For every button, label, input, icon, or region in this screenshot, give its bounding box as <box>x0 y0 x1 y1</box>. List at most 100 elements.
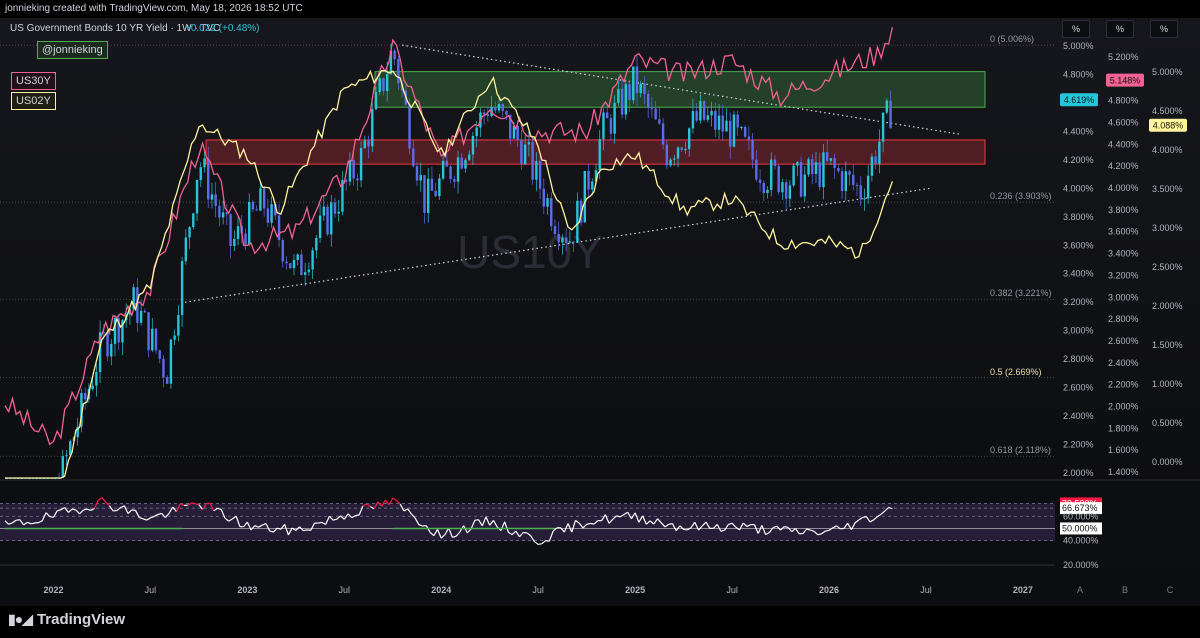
scale-button-mid-label: % <box>1115 24 1124 34</box>
axis-mid-tick: 4.400% <box>1108 139 1139 149</box>
axis-right-tick: 1.000% <box>1152 379 1183 389</box>
us10y-candle <box>758 169 762 192</box>
us10y-candle <box>788 180 792 208</box>
time-axis-label: 2026 <box>819 585 839 595</box>
us10y-candle <box>162 354 165 388</box>
us10y-candle <box>259 181 262 211</box>
us10y-candle <box>803 166 806 202</box>
axis-left-tick: 2.600% <box>1063 383 1094 393</box>
candle-body <box>673 158 676 160</box>
candle-body <box>471 135 475 155</box>
legend-us02y[interactable]: US02Y <box>11 92 56 110</box>
scale-button-left[interactable]: % <box>1062 20 1090 38</box>
candle-body <box>307 269 311 273</box>
rsi-segment <box>862 516 867 519</box>
candle-body <box>874 156 877 164</box>
candle-body <box>747 136 751 140</box>
candle-body <box>613 102 616 134</box>
candle-body <box>318 215 322 238</box>
rsi-band <box>0 503 1055 541</box>
us10y-candle <box>95 362 98 397</box>
candle-body <box>658 119 661 124</box>
us10y-candle <box>740 125 743 131</box>
candle-body <box>464 159 467 169</box>
candle-body <box>844 171 848 192</box>
rsi-axis-tag: 50.000% <box>1060 522 1102 535</box>
us10y-candle <box>658 106 661 125</box>
axis-left-tick: 2.800% <box>1063 354 1094 364</box>
axis-mid-tick: 1.800% <box>1108 423 1139 433</box>
candle-body <box>792 165 795 186</box>
us10y-candle <box>430 167 434 191</box>
us10y-candle <box>878 129 881 174</box>
candle-body <box>221 212 225 218</box>
candle-body <box>315 237 318 251</box>
us10y-candle <box>587 163 590 198</box>
rsi-segment <box>541 540 547 545</box>
us10y-candle <box>732 111 736 148</box>
candle-body <box>852 174 855 185</box>
candle-body <box>620 88 624 115</box>
pane-label: C <box>1167 585 1174 595</box>
candle-body <box>587 171 590 190</box>
candle-body <box>494 106 497 111</box>
scale-button-mid[interactable]: % <box>1106 20 1134 38</box>
us10y-candle <box>236 216 240 246</box>
candle-body <box>766 189 769 194</box>
rsi-segment <box>825 529 830 532</box>
axis-left-tick: 2.200% <box>1063 440 1094 450</box>
us10y-candle <box>229 213 232 259</box>
us10y-candle <box>840 167 844 200</box>
candle-body <box>781 182 784 193</box>
us10y-candle <box>110 338 113 366</box>
candle-body <box>628 84 631 101</box>
rsi-segment <box>49 515 54 518</box>
us10y-candle <box>177 305 180 342</box>
candle-body <box>829 158 833 161</box>
time-axis-label: Jul <box>339 585 351 595</box>
time-axis-label: 2023 <box>237 585 257 595</box>
candle-body <box>259 188 262 211</box>
axis-mid-tick: 2.600% <box>1108 336 1139 346</box>
rsi-segment <box>195 503 200 506</box>
us10y-candle <box>434 182 437 197</box>
candle-body <box>255 209 258 211</box>
candle-body <box>426 178 430 213</box>
tradingview-logo[interactable]: ⁠▮●◢ TradingView <box>8 611 125 628</box>
us10y-candle <box>195 179 199 222</box>
us10y-candle <box>322 196 325 221</box>
axis-mid-tick: 3.200% <box>1108 270 1139 280</box>
axis-left-tick: 2.000% <box>1063 468 1094 478</box>
candle-body <box>184 237 188 262</box>
us10y-candle <box>117 313 120 350</box>
us10y-candle <box>501 102 504 117</box>
candle-body <box>285 261 288 264</box>
fib-label: 0.382 (3.221%) <box>990 288 1052 298</box>
us10y-candle <box>866 165 870 204</box>
us10y-candle <box>885 98 889 115</box>
legend-us30y[interactable]: US30Y <box>11 72 56 90</box>
candle-body <box>702 101 706 120</box>
chart-canvas[interactable]: US Government Bonds 10 YR Yield · 1W · T… <box>0 0 1200 606</box>
candle-body <box>609 118 613 134</box>
rsi-segment <box>392 497 397 501</box>
us10y-candle <box>870 153 874 182</box>
candle-body <box>173 335 176 340</box>
candle-body <box>643 83 646 94</box>
us10y-candle <box>482 109 486 125</box>
candle-body <box>680 147 683 150</box>
scale-button-right[interactable]: % <box>1150 20 1178 38</box>
pane-label: B <box>1122 585 1128 595</box>
candle-body <box>732 114 736 147</box>
candle-body <box>576 200 579 243</box>
us10y-candle <box>863 188 866 211</box>
candle-body <box>95 372 98 386</box>
candle-body <box>523 144 527 165</box>
candle-body <box>177 314 180 336</box>
axis-mid-tick: 2.400% <box>1108 358 1139 368</box>
us10y-candle <box>307 262 311 276</box>
candle-body <box>736 114 739 128</box>
candle-body <box>501 104 504 112</box>
fib-label: 0.236 (3.903%) <box>990 191 1052 201</box>
us10y-candle <box>505 110 508 120</box>
